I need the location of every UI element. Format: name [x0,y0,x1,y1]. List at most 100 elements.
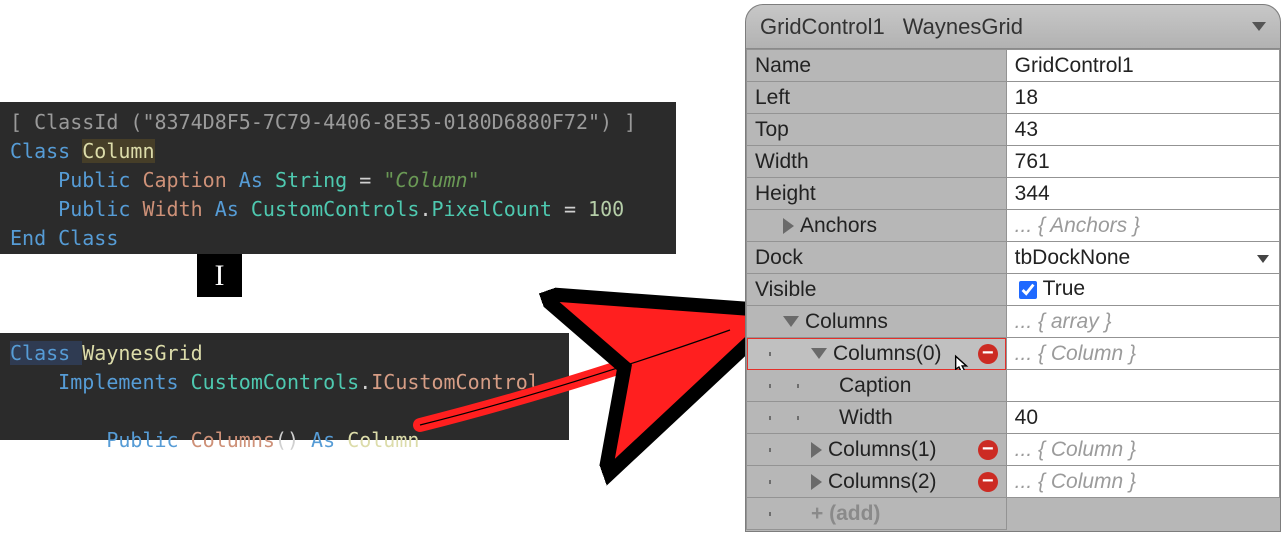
property-label-text: Width [839,406,893,429]
property-row-add: + (add) [747,498,1280,530]
chevron-down-icon[interactable] [1252,22,1266,31]
property-value-empty [1006,498,1279,530]
property-value-checkbox[interactable]: True [1006,274,1279,306]
property-value-placeholder[interactable]: ... { Column } [1006,338,1279,370]
code-token: "Column" [383,168,479,192]
property-label: Height [747,178,1007,210]
property-label[interactable]: Columns(2) − [747,466,1007,498]
code-token: Implements [58,370,190,394]
code-token: Columns [191,428,275,452]
property-label: Top [747,114,1007,146]
remove-item-button[interactable]: − [978,344,998,364]
code-indent [10,197,58,221]
code-token: = [347,168,383,192]
property-value-placeholder[interactable]: ... { array } [1006,306,1279,338]
add-label: + (add) [811,502,880,525]
code-token: Class [10,139,82,163]
property-row-height: Height 344 [747,178,1280,210]
code-token: As [299,428,347,452]
code-token: Public [58,168,142,192]
code-indent [10,428,106,452]
property-label-text: Columns [805,310,888,333]
code-token: String [275,168,347,192]
property-inspector: GridControl1 WaynesGrid Name GridControl… [745,4,1281,532]
code-token: Class [10,341,82,365]
property-row-width: Width 761 [747,146,1280,178]
property-value-placeholder[interactable]: ... { Column } [1006,434,1279,466]
add-array-item-button[interactable]: + (add) [747,498,1007,530]
property-label[interactable]: Columns(0) − [747,338,1007,370]
property-row-columns-1: Columns(1) − ... { Column } [747,434,1280,466]
expand-triangle-icon[interactable] [783,218,794,234]
expand-triangle-icon[interactable] [811,474,822,490]
property-row-visible: Visible True [747,274,1280,306]
code-token: 100 [588,197,624,221]
property-value-input[interactable]: 18 [1006,82,1279,114]
property-label[interactable]: Columns(1) − [747,434,1007,466]
property-row-columns-0-caption: Caption [747,370,1280,402]
property-label[interactable]: Columns [747,306,1007,338]
property-value-input[interactable] [1006,370,1279,402]
property-value-placeholder[interactable]: ... { Column } [1006,466,1279,498]
property-row-name: Name GridControl1 [747,50,1280,82]
property-label: Caption [747,370,1007,402]
collapse-triangle-icon[interactable] [783,316,799,327]
property-row-columns: Columns ... { array } [747,306,1280,338]
code-token: . [359,370,371,394]
inspector-header[interactable]: GridControl1 WaynesGrid [746,5,1280,49]
property-value-placeholder[interactable]: ... { Anchors } [1006,210,1279,242]
remove-item-button[interactable]: − [978,440,998,460]
property-value-input[interactable]: 43 [1006,114,1279,146]
code-token: . [419,197,431,221]
property-value-dropdown[interactable]: tbDockNone [1006,242,1279,274]
code-token: () [275,428,299,452]
property-label: Width [747,402,1007,434]
code-token: Column [82,139,154,163]
code-token: Public [106,428,190,452]
inspector-class-name: WaynesGrid [903,14,1023,40]
code-token: PixelCount [431,197,551,221]
property-value-input[interactable]: 761 [1006,146,1279,178]
code-token: CustomControls [251,197,420,221]
code-indent [10,370,58,394]
collapse-triangle-icon[interactable] [811,348,827,359]
property-label: Dock [747,242,1007,274]
remove-item-button[interactable]: − [978,472,998,492]
code-token: = [552,197,588,221]
property-row-left: Left 18 [747,82,1280,114]
property-value-input[interactable]: 344 [1006,178,1279,210]
property-value-input[interactable]: 40 [1006,402,1279,434]
code-token: ClassId [34,110,118,134]
property-label: Left [747,82,1007,114]
property-label: Visible [747,274,1007,306]
property-row-top: Top 43 [747,114,1280,146]
property-label-text: Columns(0) [833,342,942,365]
property-label[interactable]: Anchors [747,210,1007,242]
code-token: Caption [142,168,226,192]
property-label-text: Anchors [800,214,877,237]
property-label-text: Columns(1) [828,438,937,461]
code-block-column-class: [ ClassId ("8374D8F5-7C79-4406-8E35-0180… [0,102,676,254]
property-row-columns-0-width: Width 40 [747,402,1280,434]
property-row-anchors: Anchors ... { Anchors } [747,210,1280,242]
code-token: Width [142,197,202,221]
property-value-input[interactable]: GridControl1 [1006,50,1279,82]
code-token: As [203,197,251,221]
property-row-columns-2: Columns(2) − ... { Column } [747,466,1280,498]
inspector-object-name: GridControl1 [760,14,885,40]
property-value-text: True [1043,277,1085,300]
visible-checkbox[interactable] [1019,281,1037,299]
code-indent [10,168,58,192]
property-row-dock: Dock tbDockNone [747,242,1280,274]
property-label-text: Caption [839,374,911,397]
code-token: As [227,168,275,192]
text-cursor-icon: I [197,254,242,297]
expand-triangle-icon[interactable] [811,442,822,458]
code-token: [ [10,110,34,134]
property-label: Name [747,50,1007,82]
code-block-waynesgrid-class: Class WaynesGrid Implements CustomContro… [0,333,569,440]
property-grid: Name GridControl1 Left 18 Top 43 Width 7… [746,49,1280,530]
chevron-down-icon[interactable] [1257,255,1269,263]
property-row-columns-0: Columns(0) − ... { Column } [747,338,1280,370]
code-token: Column [347,428,419,452]
